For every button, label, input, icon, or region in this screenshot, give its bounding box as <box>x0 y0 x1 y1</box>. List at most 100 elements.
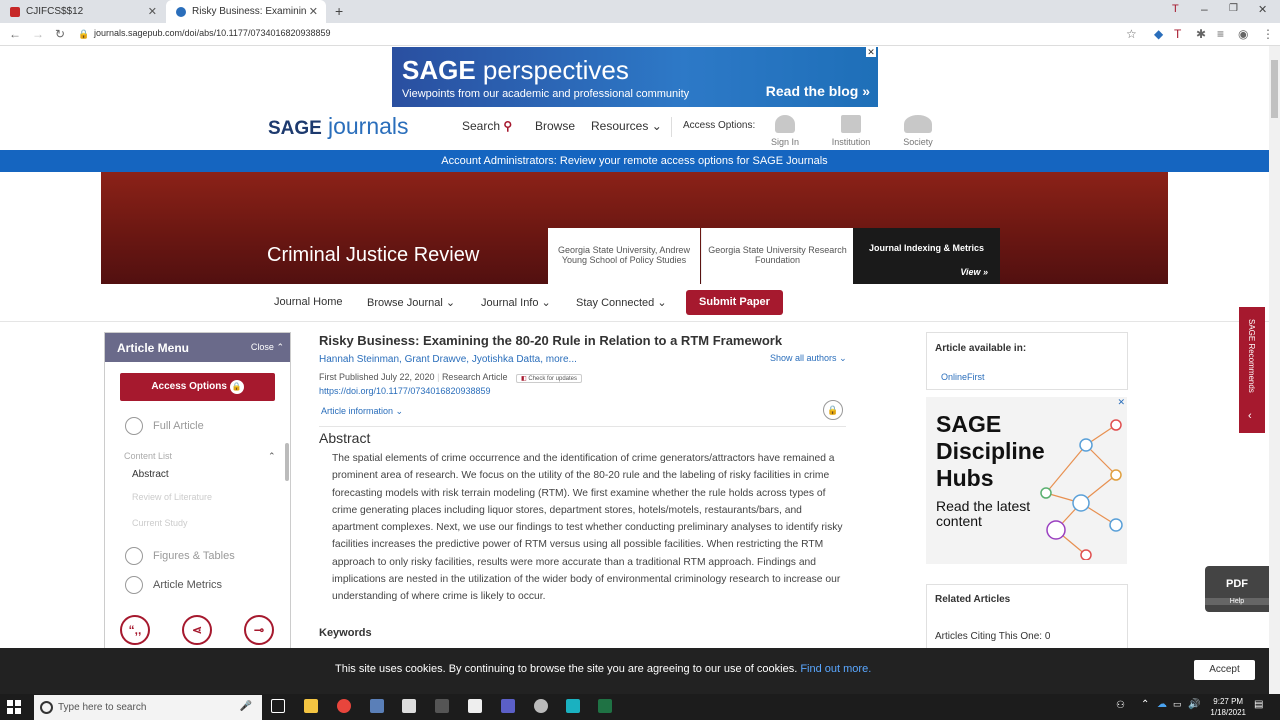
admin-notice-banner[interactable]: Account Administrators: Review your remo… <box>0 150 1269 172</box>
header-divider <box>671 117 672 137</box>
windows-start-icon[interactable] <box>7 700 21 714</box>
discipline-hubs-ad[interactable]: SAGE Discipline Hubs Read the latest con… <box>926 397 1127 564</box>
access-lock-icon[interactable]: 🔒 <box>823 400 843 420</box>
cite-button[interactable]: “,, <box>120 615 150 645</box>
journal-home-link[interactable]: Journal Home <box>274 296 342 308</box>
sage-recommends-tab[interactable]: SAGE Recommends ‹ <box>1239 307 1265 433</box>
microphone-icon[interactable]: 🎤 <box>240 701 252 712</box>
show-all-authors-link[interactable]: Show all authors ⌄ <box>770 353 847 364</box>
bookmark-star-icon[interactable]: ☆ <box>1126 27 1137 41</box>
journal-title[interactable]: Criminal Justice Review <box>267 244 479 267</box>
share-button[interactable]: ⋖ <box>182 615 212 645</box>
onlinefirst-link[interactable]: OnlineFirst <box>941 372 985 382</box>
minimize-icon[interactable]: – <box>1201 2 1208 16</box>
submit-paper-button[interactable]: Submit Paper <box>686 290 783 315</box>
article-information-toggle[interactable]: Article information ⌄ <box>321 406 403 417</box>
ad-cta-link[interactable]: Read the blog » <box>766 83 870 99</box>
close-tab-icon[interactable]: ✕ <box>148 5 157 18</box>
related-articles-panel: Related Articles Articles Citing This On… <box>926 584 1128 654</box>
institution-button[interactable]: Institution <box>821 115 881 147</box>
header-search-link[interactable]: Search ⚲ <box>462 119 512 133</box>
content-list-abstract[interactable]: Abstract <box>132 469 169 480</box>
reload-icon[interactable]: ↻ <box>55 27 65 41</box>
articles-citing-count[interactable]: Articles Citing This One: 0 <box>935 631 1050 642</box>
menu-scrollbar[interactable] <box>285 443 289 481</box>
ad-close-icon[interactable]: ✕ <box>866 47 876 57</box>
volume-icon[interactable]: 🔊 <box>1188 699 1200 710</box>
taskbar-clock[interactable]: 9:27 PM 1/18/2021 <box>1210 696 1246 718</box>
app-icon[interactable] <box>402 699 416 713</box>
quote-icon: “,, <box>128 623 142 637</box>
extension-icon[interactable]: ◆ <box>1154 27 1163 41</box>
sponsor-gsu-ays[interactable]: Georgia State University, Andrew Young S… <box>548 228 700 284</box>
extension-icon[interactable]: T <box>1174 27 1181 41</box>
maximize-icon[interactable]: ❐ <box>1229 3 1238 14</box>
tab-2[interactable]: Risky Business: Examining the 80 ✕ <box>166 0 326 23</box>
permissions-button[interactable]: ⊸ <box>244 615 274 645</box>
notepad-icon[interactable] <box>468 699 482 713</box>
network-icon[interactable]: ▭ <box>1173 699 1182 710</box>
find-out-more-link[interactable]: Find out more. <box>800 663 871 675</box>
chevron-down-icon: ⌄ <box>839 353 847 363</box>
pdf-button[interactable]: PDF Help <box>1205 566 1269 612</box>
scrollbar-thumb[interactable] <box>1271 60 1278 118</box>
journal-info-menu[interactable]: Journal Info ⌄ <box>481 296 551 309</box>
chevron-down-icon: ⌄ <box>657 297 667 309</box>
article-menu-close-button[interactable]: Close ⌃ <box>251 342 284 353</box>
article-metrics-link[interactable]: Article Metrics <box>125 576 222 594</box>
calculator-icon[interactable] <box>370 699 384 713</box>
help-label[interactable]: Help <box>1205 598 1269 605</box>
tab-1[interactable]: CJIFCS$$12 ✕ <box>0 0 165 23</box>
journal-indexing-panel[interactable]: Journal Indexing & Metrics View » <box>853 228 1000 284</box>
profile-avatar-icon[interactable]: ◉ <box>1238 27 1248 41</box>
app-icon[interactable] <box>435 699 449 713</box>
sage-journals-logo[interactable]: SAGE journals <box>268 113 409 140</box>
menu-dots-icon[interactable]: ⋮ <box>1262 27 1274 41</box>
article-doi-link[interactable]: https://doi.org/10.1177/0734016820938859 <box>319 386 490 396</box>
content-list-header[interactable]: Content List ⌃ <box>124 451 276 461</box>
society-button[interactable]: Society <box>888 115 948 147</box>
forward-icon[interactable]: → <box>32 27 44 41</box>
content-list-review[interactable]: Review of Literature <box>132 492 212 502</box>
taskbar-search-box[interactable]: Type here to search 🎤 <box>34 695 262 720</box>
header-resources-link[interactable]: Resources ⌄ <box>591 119 662 133</box>
onedrive-icon[interactable]: ☁ <box>1157 699 1167 710</box>
browse-journal-menu[interactable]: Browse Journal ⌄ <box>367 296 455 309</box>
back-icon[interactable]: ← <box>9 27 21 41</box>
header-browse-link[interactable]: Browse <box>535 119 575 133</box>
ad-banner[interactable]: SAGE perspectives Viewpoints from our ac… <box>392 47 878 107</box>
access-options-button[interactable]: Access Options 🔒 <box>120 373 275 401</box>
cookie-banner: This site uses cookies. By continuing to… <box>0 648 1269 694</box>
new-tab-icon[interactable]: + <box>335 3 343 19</box>
reading-list-icon[interactable]: ≡ <box>1217 27 1224 41</box>
check-updates-badge[interactable]: ◧ Check for updates <box>515 374 583 383</box>
tray-chevron-icon[interactable]: ⌃ <box>1141 699 1149 710</box>
article-authors[interactable]: Hannah Steinman, Grant Drawve, Jyotishka… <box>319 354 577 365</box>
content-list-current-study[interactable]: Current Study <box>132 518 188 528</box>
ad-close-icon[interactable]: ✕ <box>1117 397 1125 408</box>
stay-connected-menu[interactable]: Stay Connected ⌄ <box>576 296 667 309</box>
extensions-puzzle-icon[interactable]: ✱ <box>1196 27 1206 41</box>
profile-icon[interactable]: T <box>1172 3 1179 15</box>
notifications-icon[interactable]: ▤ <box>1254 699 1263 710</box>
chrome-icon[interactable] <box>337 699 351 713</box>
page-scrollbar[interactable] <box>1269 46 1280 694</box>
file-explorer-icon[interactable] <box>304 699 318 713</box>
accept-cookies-button[interactable]: Accept <box>1194 660 1255 680</box>
close-window-icon[interactable]: ✕ <box>1258 3 1267 16</box>
sign-in-button[interactable]: Sign In <box>755 115 815 147</box>
app-icon[interactable] <box>566 699 580 713</box>
table-icon <box>125 547 143 565</box>
people-icon[interactable]: ⚇ <box>1116 700 1125 711</box>
teams-icon[interactable] <box>501 699 515 713</box>
app-icon[interactable] <box>534 699 548 713</box>
close-tab-icon[interactable]: ✕ <box>309 5 318 18</box>
excel-icon[interactable] <box>598 699 612 713</box>
figures-tables-link[interactable]: Figures & Tables <box>125 547 235 565</box>
full-article-link[interactable]: Full Article <box>125 417 204 435</box>
sponsor-gsu-rf[interactable]: Georgia State University Research Founda… <box>701 228 853 284</box>
url-field[interactable]: journals.sagepub.com/doi/abs/10.1177/073… <box>94 28 331 38</box>
tab-label: CJIFCS$$12 <box>26 6 84 17</box>
task-view-icon[interactable] <box>271 699 285 713</box>
indexing-view-link[interactable]: View » <box>960 267 988 277</box>
